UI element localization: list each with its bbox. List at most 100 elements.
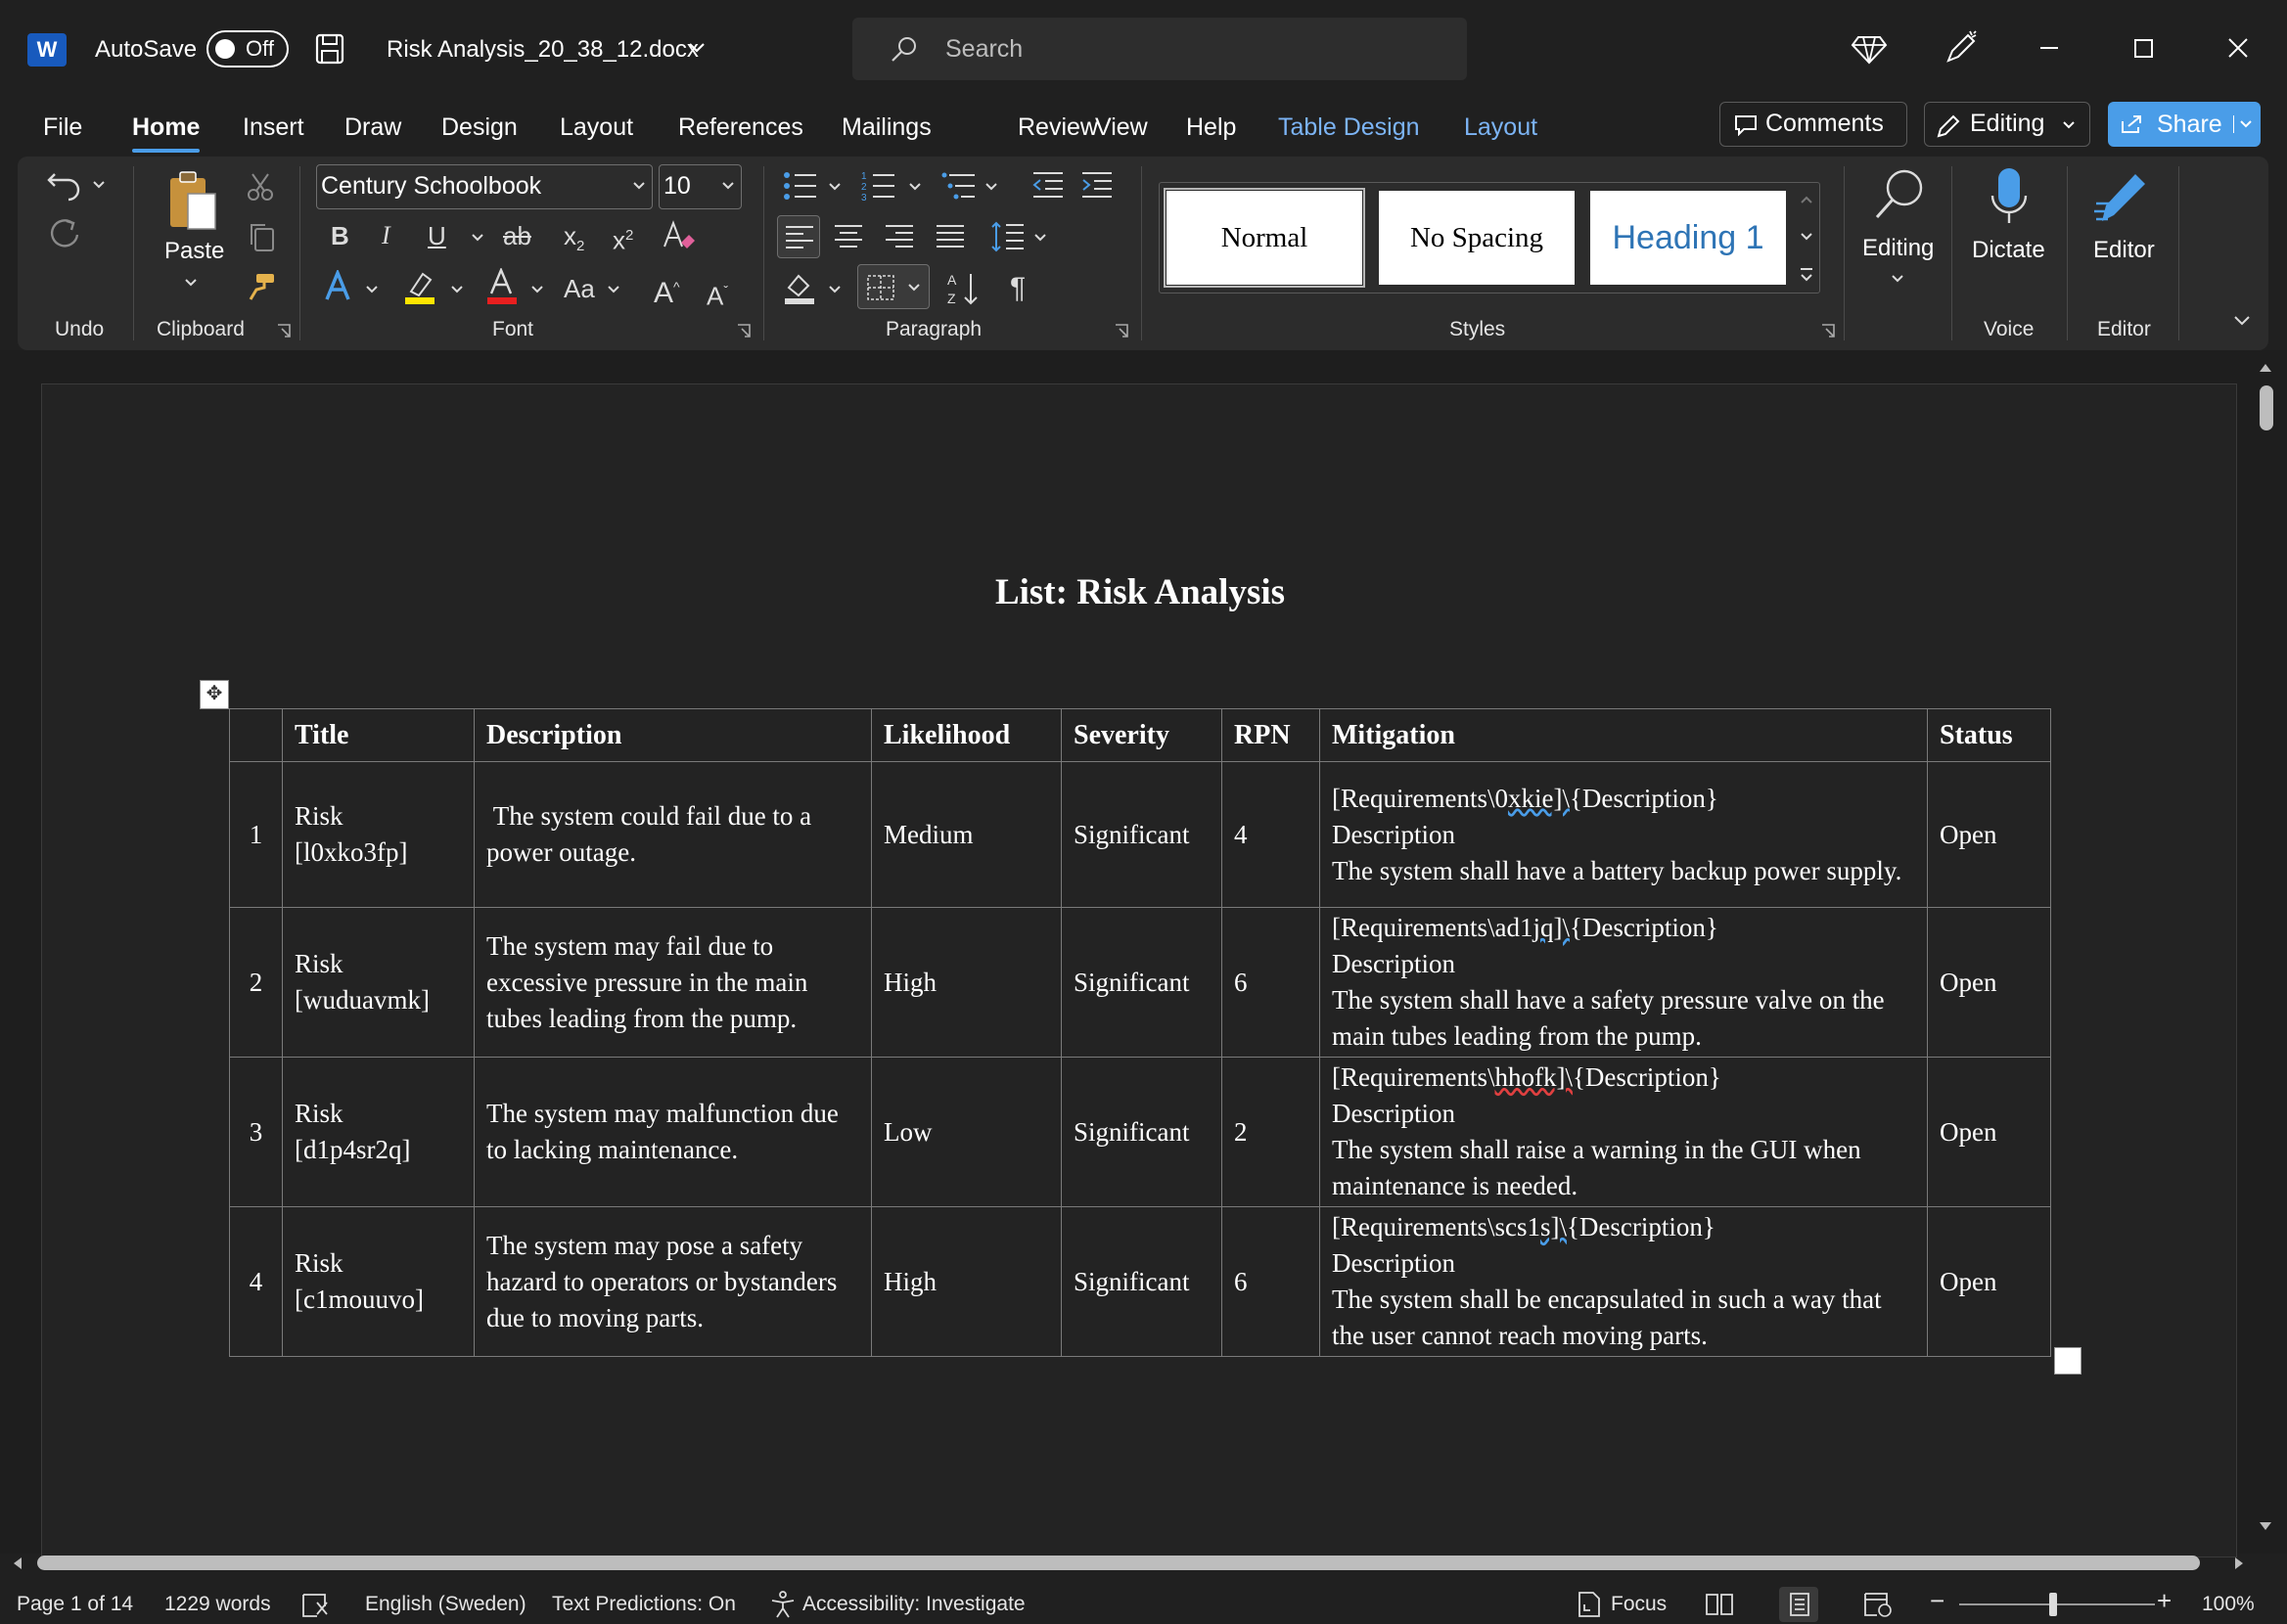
microphone-icon[interactable] bbox=[1989, 166, 2030, 229]
vertical-scrollbar[interactable] bbox=[2253, 360, 2278, 1536]
description-cell[interactable]: The system may malfunction due to lackin… bbox=[474, 1057, 872, 1207]
cut-icon[interactable] bbox=[247, 172, 274, 202]
severity-cell[interactable]: Significant bbox=[1061, 1206, 1222, 1357]
line-spacing-icon[interactable] bbox=[990, 221, 1026, 252]
chevron-down-icon[interactable] bbox=[471, 231, 484, 245]
format-painter-icon[interactable] bbox=[247, 272, 276, 301]
status-cell[interactable]: Open bbox=[1927, 1057, 2051, 1207]
status-cell[interactable]: Open bbox=[1927, 1206, 2051, 1357]
title-cell[interactable]: Risk [d1p4sr2q] bbox=[282, 1057, 475, 1207]
language-status[interactable]: English (Sweden) bbox=[365, 1591, 526, 1618]
table-header-cell[interactable]: Likelihood bbox=[871, 708, 1062, 762]
show-formatting-marks-icon[interactable]: ¶ bbox=[1010, 274, 1026, 303]
accessibility-status[interactable]: Accessibility: Investigate bbox=[802, 1591, 1026, 1618]
autosave-toggle[interactable]: Off bbox=[206, 30, 289, 68]
maximize-icon[interactable] bbox=[2125, 29, 2162, 67]
mitigation-cell[interactable]: [Requirements\ad1jq]\{Description} Descr… bbox=[1319, 907, 1928, 1058]
align-left-button[interactable] bbox=[777, 215, 820, 258]
row-number-cell[interactable]: 4 bbox=[229, 1206, 283, 1357]
tab-insert[interactable]: Insert bbox=[243, 110, 304, 145]
scroll-right-icon[interactable] bbox=[2233, 1556, 2245, 1570]
font-size-select[interactable]: 10 bbox=[659, 164, 742, 209]
multilevel-list-icon[interactable] bbox=[941, 170, 977, 202]
dialog-launcher-icon[interactable] bbox=[276, 323, 292, 338]
description-cell[interactable]: The system could fail due to a power out… bbox=[474, 761, 872, 908]
table-header-cell[interactable]: Status bbox=[1927, 708, 2051, 762]
zoom-slider[interactable] bbox=[1959, 1603, 2155, 1605]
status-cell[interactable]: Open bbox=[1927, 907, 2051, 1058]
chevron-down-icon[interactable] bbox=[685, 35, 709, 59]
tab-table-layout[interactable]: Layout bbox=[1464, 110, 1537, 145]
chevron-up-icon[interactable] bbox=[1799, 193, 1814, 206]
tab-help[interactable]: Help bbox=[1186, 110, 1236, 145]
likelihood-cell[interactable]: High bbox=[871, 907, 1062, 1058]
comments-button[interactable]: Comments bbox=[1719, 102, 1907, 147]
chevron-down-icon[interactable] bbox=[1033, 231, 1047, 245]
table-header-cell[interactable] bbox=[229, 708, 283, 762]
borders-button[interactable] bbox=[857, 264, 930, 309]
focus-mode[interactable]: Focus bbox=[1611, 1591, 1667, 1618]
title-cell[interactable]: Risk [wuduavmk] bbox=[282, 907, 475, 1058]
close-icon[interactable] bbox=[2219, 29, 2257, 67]
vertical-scroll-thumb[interactable] bbox=[2260, 385, 2273, 430]
severity-cell[interactable]: Significant bbox=[1061, 761, 1222, 908]
shading-icon[interactable] bbox=[783, 270, 818, 305]
chevron-down-icon[interactable] bbox=[607, 283, 620, 296]
chevron-down-icon[interactable] bbox=[530, 283, 544, 296]
editor-pen-icon[interactable] bbox=[2092, 166, 2153, 231]
description-cell[interactable]: The system may pose a safety hazard to o… bbox=[474, 1206, 872, 1357]
likelihood-cell[interactable]: High bbox=[871, 1206, 1062, 1357]
zoom-in-icon[interactable]: + bbox=[2157, 1587, 2172, 1614]
scroll-down-icon[interactable] bbox=[2259, 1520, 2272, 1532]
subscript-icon[interactable]: x2 bbox=[564, 221, 584, 261]
horizontal-scroll-thumb[interactable] bbox=[37, 1556, 2200, 1570]
document-heading[interactable]: List: Risk Analysis bbox=[42, 570, 2238, 615]
page-count[interactable]: Page 1 of 14 bbox=[17, 1591, 133, 1618]
sort-icon[interactable]: AZ bbox=[947, 270, 981, 307]
paste-icon[interactable] bbox=[166, 168, 217, 233]
align-right-icon[interactable] bbox=[885, 224, 914, 249]
table-header-cell[interactable]: RPN bbox=[1221, 708, 1320, 762]
chevron-down-icon[interactable] bbox=[1799, 230, 1814, 244]
focus-icon[interactable] bbox=[1576, 1591, 1603, 1618]
status-cell[interactable]: Open bbox=[1927, 761, 2051, 908]
tab-home[interactable]: Home bbox=[132, 110, 201, 153]
dialog-launcher-icon[interactable] bbox=[1114, 323, 1129, 338]
rpn-cell[interactable]: 2 bbox=[1221, 1057, 1320, 1207]
font-name-select[interactable]: Century Schoolbook bbox=[316, 164, 653, 209]
row-number-cell[interactable]: 2 bbox=[229, 907, 283, 1058]
chevron-down-icon[interactable] bbox=[2239, 117, 2253, 131]
rpn-cell[interactable]: 6 bbox=[1221, 907, 1320, 1058]
zoom-slider-thumb[interactable] bbox=[2049, 1593, 2057, 1616]
align-center-icon[interactable] bbox=[834, 224, 863, 249]
proofing-icon[interactable] bbox=[301, 1593, 331, 1618]
tab-layout[interactable]: Layout bbox=[560, 110, 633, 145]
text-effects-icon[interactable] bbox=[323, 270, 356, 303]
tab-draw[interactable]: Draw bbox=[344, 110, 401, 145]
rpn-cell[interactable]: 6 bbox=[1221, 1206, 1320, 1357]
editor-label[interactable]: Editor bbox=[2093, 237, 2155, 264]
read-mode-icon[interactable] bbox=[1705, 1592, 1734, 1617]
increase-indent-icon[interactable] bbox=[1080, 170, 1114, 200]
rpn-cell[interactable]: 4 bbox=[1221, 761, 1320, 908]
mitigation-cell[interactable]: [Requirements\hhofk]\{Description} Descr… bbox=[1319, 1057, 1928, 1207]
title-cell[interactable]: Risk [l0xko3fp] bbox=[282, 761, 475, 908]
accessibility-icon[interactable] bbox=[769, 1591, 797, 1618]
scroll-up-icon[interactable] bbox=[2259, 362, 2272, 374]
search-input[interactable] bbox=[945, 29, 1415, 68]
chevron-down-icon[interactable] bbox=[1891, 272, 1904, 286]
severity-cell[interactable]: Significant bbox=[1061, 907, 1222, 1058]
editing-mode-button[interactable]: Editing bbox=[1924, 102, 2090, 147]
chevron-down-icon[interactable] bbox=[450, 283, 464, 296]
print-layout-button[interactable] bbox=[1779, 1587, 1818, 1622]
zoom-level[interactable]: 100% bbox=[2202, 1591, 2255, 1618]
likelihood-cell[interactable]: Medium bbox=[871, 761, 1062, 908]
diamond-premium-icon[interactable] bbox=[1851, 29, 1888, 67]
table-move-handle[interactable]: ✥ bbox=[200, 680, 229, 709]
paste-label[interactable]: Paste bbox=[164, 238, 224, 265]
highlight-icon[interactable] bbox=[403, 270, 436, 305]
italic-icon[interactable]: I bbox=[382, 221, 390, 250]
chevron-down-icon[interactable] bbox=[184, 276, 198, 290]
tab-mailings[interactable]: Mailings bbox=[842, 110, 932, 145]
strikethrough-icon[interactable]: ab bbox=[503, 221, 531, 250]
